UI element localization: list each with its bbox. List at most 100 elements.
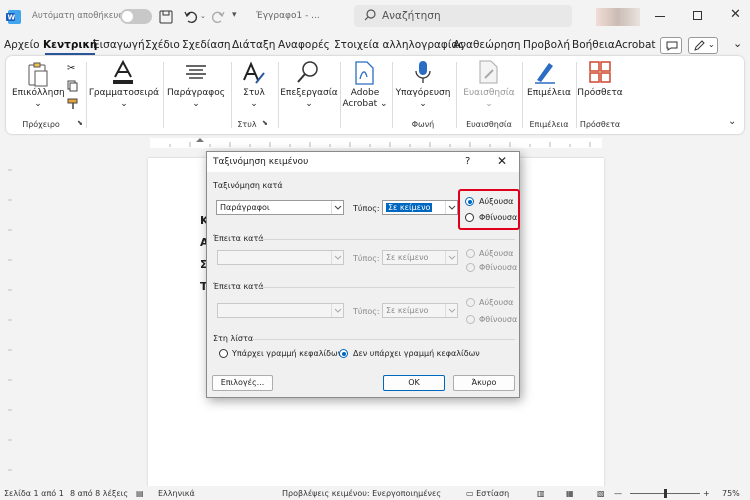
proofing-icon[interactable]: ▤ <box>136 489 144 498</box>
horizontal-ruler[interactable] <box>150 138 602 148</box>
search-placeholder: Αναζήτηση <box>382 10 441 22</box>
ribbon-options-icon[interactable]: ⌄ <box>733 37 742 50</box>
paste-dropdown-icon[interactable]: ⌄ <box>12 99 64 110</box>
paragraph-button[interactable]: Παράγραφος <box>166 88 226 99</box>
group-voice-label: Φωνή <box>411 120 435 129</box>
tab-review[interactable]: Αναθεώρηση <box>453 39 521 51</box>
editing-mode-button[interactable]: ⌄ <box>688 37 718 54</box>
sensitivity-button[interactable]: Ευαισθησία <box>458 88 520 99</box>
close-window-icon[interactable]: ✕ <box>730 7 741 22</box>
styles-button[interactable]: Στυλ <box>234 88 274 99</box>
type-combo-3[interactable]: Σε κείμενο <box>382 303 458 318</box>
sort-by-combo[interactable]: Παράγραφοι <box>216 200 344 215</box>
format-painter-icon[interactable] <box>67 98 79 110</box>
ascending-radio[interactable] <box>465 197 474 206</box>
tab-draw[interactable]: Σχεδίαση <box>182 39 231 51</box>
header-row-radio[interactable] <box>219 349 228 358</box>
undo-icon[interactable] <box>183 9 199 25</box>
ascending-radio-2[interactable] <box>466 249 475 258</box>
header-row-label: Υπάρχει γραμμή κεφαλίδων <box>232 349 343 358</box>
editor-button[interactable]: Επιμέλεια <box>522 88 576 99</box>
styles-launcher-icon[interactable]: ⬊ <box>262 119 268 127</box>
search-box[interactable]: Αναζήτηση <box>354 5 572 27</box>
paste-button[interactable]: Επικόλληση <box>12 88 65 99</box>
zoom-level[interactable]: 75% <box>722 489 740 498</box>
focus-button[interactable]: ▭ Εστίαση <box>466 489 509 498</box>
styles-dropdown-icon[interactable]: ⌄ <box>234 99 274 110</box>
zoom-in-icon[interactable]: + <box>703 489 710 498</box>
chevron-down-icon[interactable] <box>445 201 457 214</box>
ascending-label-3: Αύξουσα <box>479 298 514 307</box>
chevron-down-icon[interactable] <box>331 201 343 214</box>
read-mode-icon[interactable]: ▥ <box>537 489 545 498</box>
tab-references[interactable]: Αναφορές <box>278 39 330 51</box>
text-predictions[interactable]: Προβλέψεις κειμένου: Ενεργοποιημένες <box>282 489 441 498</box>
cut-icon[interactable]: ✂ <box>67 63 75 74</box>
vertical-ruler[interactable] <box>0 150 14 485</box>
tab-file[interactable]: Αρχείο <box>4 39 40 51</box>
tab-acrobat[interactable]: Acrobat <box>615 39 656 51</box>
sensitivity-dropdown-icon[interactable]: ⌄ <box>458 99 520 110</box>
tab-mailings[interactable]: Στοιχεία αλληλογραφίας <box>334 39 465 51</box>
descending-radio-3[interactable] <box>466 315 475 324</box>
ribbon-tabs: Αρχείο Κεντρική Εισαγωγή Σχέδιο Σχεδίαση… <box>0 36 750 56</box>
separator <box>259 287 515 288</box>
page-count[interactable]: Σελίδα 1 από 1 <box>4 489 64 498</box>
clipboard-launcher-icon[interactable]: ⬊ <box>77 119 83 127</box>
ok-button[interactable]: OK <box>383 375 445 391</box>
then-by-combo-1[interactable] <box>217 250 344 265</box>
minimize-icon[interactable] <box>655 16 665 17</box>
redo-icon[interactable] <box>210 9 226 25</box>
dialog-close-icon[interactable]: ✕ <box>497 154 507 168</box>
no-header-row-radio[interactable] <box>339 349 348 358</box>
editing-dropdown-icon[interactable]: ⌄ <box>278 99 340 110</box>
comments-button[interactable] <box>660 37 682 54</box>
separator <box>253 339 515 340</box>
collapse-ribbon-icon[interactable]: ⌄ <box>728 116 736 127</box>
chevron-down-icon[interactable] <box>331 304 343 317</box>
copy-icon[interactable] <box>67 80 78 92</box>
acrobat-button[interactable]: Adobe Acrobat ⌄ <box>342 88 388 110</box>
save-icon[interactable] <box>158 9 174 25</box>
undo-dropdown-icon[interactable]: ⌄ <box>200 12 206 20</box>
tab-layout[interactable]: Διάταξη <box>232 39 275 51</box>
help-icon[interactable]: ? <box>465 156 470 167</box>
web-layout-icon[interactable]: ▧ <box>597 489 605 498</box>
tab-home[interactable]: Κεντρική <box>43 39 97 55</box>
print-layout-icon[interactable]: ▦ <box>566 489 574 498</box>
addins-button[interactable]: Πρόσθετα <box>574 88 626 99</box>
type-combo[interactable]: Σε κείμενο <box>382 200 458 215</box>
font-dropdown-icon[interactable]: ⌄ <box>88 99 160 110</box>
descending-radio[interactable] <box>465 213 474 222</box>
chevron-down-icon[interactable] <box>445 304 457 317</box>
word-count[interactable]: 8 από 8 λέξεις <box>70 489 128 498</box>
editing-button[interactable]: Επεξεργασία <box>278 88 340 99</box>
language[interactable]: Ελληνικά <box>158 489 195 498</box>
tab-help[interactable]: Βοήθεια <box>572 39 615 51</box>
tab-view[interactable]: Προβολή <box>523 39 570 51</box>
dictate-dropdown-icon[interactable]: ⌄ <box>392 99 454 110</box>
customize-toolbar-icon[interactable]: ▾ <box>232 10 237 20</box>
then-by-combo-2[interactable] <box>217 303 344 318</box>
type-combo-2[interactable]: Σε κείμενο <box>382 250 458 265</box>
tab-design[interactable]: Σχέδιο <box>145 39 180 51</box>
cancel-button[interactable]: Άκυρο <box>453 375 515 391</box>
microphone-icon <box>414 60 432 86</box>
autosave-toggle[interactable] <box>120 9 152 24</box>
separator <box>340 62 341 128</box>
descending-radio-2[interactable] <box>466 263 475 272</box>
chevron-down-icon[interactable] <box>445 251 457 264</box>
zoom-out-icon[interactable]: — <box>614 489 622 498</box>
maximize-icon[interactable] <box>693 11 702 20</box>
options-button[interactable]: Επιλογές... <box>212 375 273 391</box>
tab-insert[interactable]: Εισαγωγή <box>93 39 145 51</box>
font-button[interactable]: Γραμματοσειρά <box>88 88 160 99</box>
ascending-radio-3[interactable] <box>466 298 475 307</box>
chevron-down-icon[interactable] <box>331 251 343 264</box>
dictate-button[interactable]: Υπαγόρευση <box>392 88 454 99</box>
zoom-slider-thumb[interactable] <box>664 489 667 498</box>
group-editor-label: Επιμέλεια <box>529 120 569 129</box>
type-value-3: Σε κείμενο <box>386 306 429 315</box>
account-avatar[interactable] <box>596 8 640 26</box>
paragraph-dropdown-icon[interactable]: ⌄ <box>166 99 226 110</box>
